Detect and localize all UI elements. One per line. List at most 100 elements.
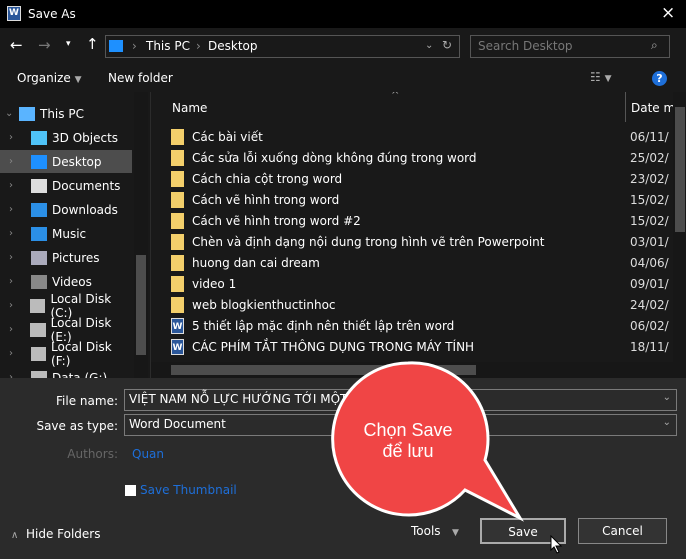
file-row[interactable]: W 5 thiết lập mặc định nên thiết lập trên… bbox=[171, 315, 686, 336]
folder-icon bbox=[171, 254, 184, 271]
refresh-icon[interactable]: ↻ bbox=[442, 38, 452, 52]
chevron-right-icon[interactable]: › bbox=[9, 204, 21, 215]
sidebar-item-videos[interactable]: › Videos bbox=[0, 270, 132, 293]
toolbar: Organize ▼ New folder ☷ ▼ ? bbox=[0, 64, 686, 92]
file-row[interactable]: Cách vẽ hình trong word 15/02/ bbox=[171, 189, 686, 210]
title-bar: W Save As × bbox=[0, 0, 686, 28]
word-document-icon: W bbox=[171, 317, 184, 334]
chevron-down-icon[interactable]: ⌄ bbox=[5, 108, 17, 119]
organize-button[interactable]: Organize ▼ bbox=[17, 71, 82, 85]
file-date: 25/02/ bbox=[630, 150, 669, 165]
sidebar-item-label: Music bbox=[52, 226, 87, 241]
breadcrumb-desktop[interactable]: Desktop bbox=[208, 39, 258, 53]
breadcrumb-this-pc[interactable]: This PC bbox=[146, 39, 190, 53]
hide-folders-button[interactable]: ∧ Hide Folders bbox=[11, 527, 100, 541]
address-bar[interactable]: › This PC › Desktop ⌄ ↻ bbox=[105, 35, 460, 58]
chevron-right-icon[interactable]: › bbox=[9, 132, 21, 143]
save-thumbnail-checkbox[interactable] bbox=[125, 485, 136, 496]
sidebar-item-label: 3D Objects bbox=[52, 130, 119, 145]
chevron-right-icon[interactable]: › bbox=[9, 180, 21, 191]
back-button[interactable]: ← bbox=[10, 36, 23, 54]
recent-dropdown-icon[interactable]: ▾ bbox=[66, 39, 71, 49]
chevron-down-icon: ⌄ bbox=[662, 392, 671, 403]
file-date: 06/02/ bbox=[630, 318, 669, 333]
file-row[interactable]: Chèn và định dạng nội dung trong hình vẽ… bbox=[171, 231, 686, 252]
word-icon: W bbox=[7, 6, 21, 21]
sidebar-item-3d-objects[interactable]: › 3D Objects bbox=[0, 126, 132, 149]
chevron-right-icon[interactable]: › bbox=[9, 252, 21, 263]
sidebar-item-label: Pictures bbox=[52, 250, 100, 265]
computer-icon bbox=[19, 106, 35, 121]
chevron-right-icon[interactable]: › bbox=[9, 300, 20, 311]
picture-icon bbox=[31, 250, 47, 265]
sidebar-item-local-disk-f[interactable]: › Local Disk (F:) bbox=[0, 340, 132, 368]
view-options-icon[interactable]: ☷ ▼ bbox=[590, 70, 612, 84]
up-button[interactable]: ↑ bbox=[86, 35, 99, 53]
navigation-bar: ← → ▾ ↑ › This PC › Desktop ⌄ ↻ Search D… bbox=[0, 28, 686, 64]
callout-text: Chọn Save để lưu bbox=[340, 420, 476, 462]
sidebar-item-documents[interactable]: › Documents bbox=[0, 174, 132, 197]
column-header-name[interactable]: Name bbox=[172, 101, 207, 115]
save-thumbnail-label[interactable]: Save Thumbnail bbox=[140, 483, 237, 497]
sidebar-item-downloads[interactable]: › Downloads bbox=[0, 198, 132, 221]
drive-icon bbox=[30, 298, 46, 313]
forward-button[interactable]: → bbox=[38, 36, 51, 54]
column-header-date[interactable]: Date m bbox=[631, 101, 675, 115]
folder-icon bbox=[171, 275, 184, 292]
file-name: Cách vẽ hình trong word bbox=[192, 192, 340, 207]
navigation-pane: ⌄ This PC › 3D Objects › Desktop › Documents › Do… bbox=[0, 92, 150, 378]
file-name: Cách chia cột trong word bbox=[192, 171, 343, 186]
file-list-vertical-scrollbar[interactable] bbox=[673, 92, 686, 362]
download-icon bbox=[31, 202, 47, 217]
file-name: huong dan cai dream bbox=[192, 255, 320, 270]
sidebar-item-data-g[interactable]: › Data (G:) bbox=[0, 366, 132, 378]
sidebar-item-music[interactable]: › Music bbox=[0, 222, 132, 245]
word-document-icon: W bbox=[171, 338, 184, 355]
authors-value[interactable]: Quan bbox=[132, 447, 164, 461]
new-folder-button[interactable]: New folder bbox=[108, 71, 173, 85]
search-placeholder: Search Desktop bbox=[478, 39, 573, 53]
file-list: ^ Name Date m Các bài viết 06/11/Các sửa … bbox=[150, 92, 686, 378]
file-date: 15/02/ bbox=[630, 192, 669, 207]
folder-icon bbox=[171, 296, 184, 313]
sidebar-item-desktop[interactable]: › Desktop bbox=[0, 150, 132, 173]
file-row[interactable]: W CÁC PHÍM TẮT THÔNG DỤNG TRONG MÁY TÍNH 1… bbox=[171, 336, 686, 357]
file-date: 24/02/ bbox=[630, 297, 669, 312]
folder-icon bbox=[171, 191, 184, 208]
file-row[interactable]: web blogkienthuctinhoc 24/02/ bbox=[171, 294, 686, 315]
sidebar-item-local-disk-c[interactable]: › Local Disk (C:) bbox=[0, 292, 132, 320]
file-name: Cách vẽ hình trong word #2 bbox=[192, 213, 361, 228]
folder-icon bbox=[171, 149, 184, 166]
sidebar-item-this-pc[interactable]: ⌄ This PC bbox=[0, 102, 132, 125]
mouse-cursor-icon bbox=[550, 535, 563, 554]
chevron-right-icon[interactable]: › bbox=[9, 276, 21, 287]
sidebar-scrollbar[interactable] bbox=[134, 92, 148, 378]
file-row[interactable]: Cách chia cột trong word 23/02/ bbox=[171, 168, 686, 189]
file-row[interactable]: video 1 09/01/ bbox=[171, 273, 686, 294]
file-row[interactable]: Các sửa lỗi xuống dòng không đúng trong … bbox=[171, 147, 686, 168]
file-date: 09/01/ bbox=[630, 276, 669, 291]
file-row[interactable]: Cách vẽ hình trong word #2 15/02/ bbox=[171, 210, 686, 231]
chevron-right-icon[interactable]: › bbox=[9, 324, 20, 335]
sidebar-item-pictures[interactable]: › Pictures bbox=[0, 246, 132, 269]
authors-label: Authors: bbox=[67, 447, 118, 461]
drive-icon bbox=[31, 370, 47, 378]
cube-icon bbox=[31, 130, 47, 145]
close-button[interactable]: × bbox=[661, 3, 675, 23]
sidebar-item-label: Downloads bbox=[52, 202, 118, 217]
file-name: web blogkienthuctinhoc bbox=[192, 297, 336, 312]
search-input[interactable]: Search Desktop ⌕ bbox=[470, 35, 670, 58]
sidebar-item-local-disk-e[interactable]: › Local Disk (E:) bbox=[0, 316, 132, 344]
chevron-right-icon[interactable]: › bbox=[9, 348, 21, 359]
cancel-button[interactable]: Cancel bbox=[578, 518, 667, 544]
file-date: 18/11/ bbox=[630, 339, 669, 354]
help-button[interactable]: ? bbox=[652, 71, 667, 86]
file-row[interactable]: huong dan cai dream 04/06/ bbox=[171, 252, 686, 273]
address-dropdown-icon[interactable]: ⌄ bbox=[425, 40, 433, 51]
file-row[interactable]: Các bài viết 06/11/ bbox=[171, 126, 686, 147]
chevron-right-icon[interactable]: › bbox=[9, 156, 21, 167]
folder-icon bbox=[171, 233, 184, 250]
chevron-right-icon[interactable]: › bbox=[9, 228, 21, 239]
file-name: Chèn và định dạng nội dung trong hình vẽ… bbox=[192, 234, 545, 249]
document-icon bbox=[31, 178, 47, 193]
